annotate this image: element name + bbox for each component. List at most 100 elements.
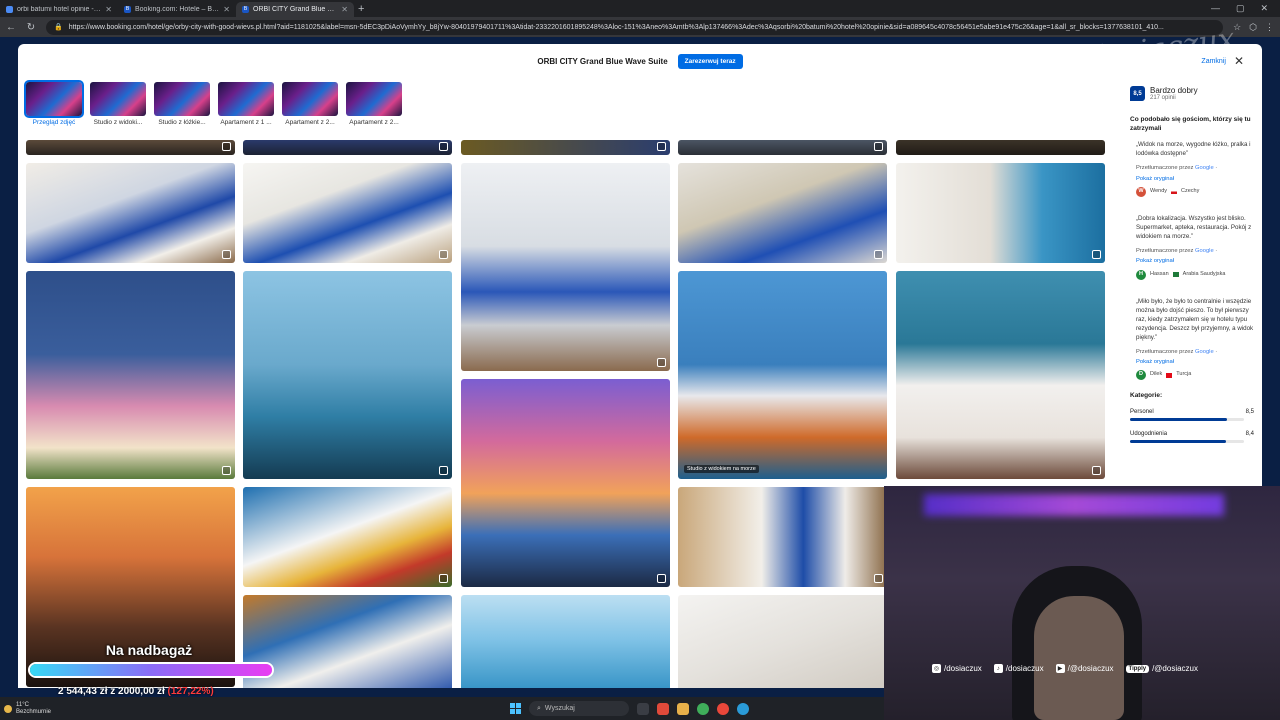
app-icon[interactable] [657, 702, 669, 715]
photo[interactable] [26, 271, 235, 479]
thumb-label: Apartament z 2... [349, 119, 399, 126]
thumb-room[interactable]: Studio z widoki... [90, 82, 146, 126]
neon-light [924, 494, 1224, 516]
goal-amount-text: 2 544,43 zł z 2000,00 zł [58, 686, 165, 697]
thumb-room[interactable]: Studio z łóżkie... [154, 82, 210, 126]
reviewer: H Hassan Arabia Saudyjska [1136, 269, 1254, 280]
tab-search[interactable]: orbi batumi hotel opinie - Wyszukaj ✕ [0, 2, 118, 17]
thumb-room[interactable]: Apartament z 2... [282, 82, 338, 126]
photo[interactable] [678, 595, 887, 688]
goal-progress-bar [28, 662, 274, 678]
flag-icon [1172, 272, 1179, 278]
photo[interactable] [896, 271, 1105, 479]
google-label: Google [1194, 348, 1214, 355]
lock-icon: 🔒 [54, 24, 63, 31]
translated-label: Przetłumaczone przez [1136, 348, 1194, 355]
social-handle: /@dosiaczux [1152, 664, 1198, 673]
tab-close-icon[interactable]: ✕ [223, 5, 230, 14]
review-count[interactable]: 217 opinii [1150, 95, 1198, 101]
url-field[interactable]: 🔒 https://www.booking.com/hotel/ge/orby-… [46, 19, 1224, 35]
show-original-link[interactable]: Pokaż oryginał [1136, 257, 1254, 265]
avatar: H [1136, 269, 1146, 280]
tab-label: Booking.com: Hotele – Batumi. Z... [135, 5, 219, 13]
booking-favicon-icon: B [242, 5, 249, 13]
translated-note: Przetłumaczone przez Google · [1136, 348, 1218, 355]
goal-percent: (127,22%) [167, 686, 214, 697]
sun-icon [4, 704, 12, 713]
thumb-image [24, 80, 84, 118]
social-handles: ◎/dosiaczux ♪/dosiaczux ▶/@dosiaczux Tip… [932, 664, 1198, 673]
photo[interactable] [26, 140, 235, 155]
review-quote: „Miło było, że było to centralnie i wszę… [1136, 297, 1254, 341]
thumb-room[interactable]: Apartament z 2... [346, 82, 402, 126]
streamer [1034, 596, 1124, 720]
expand-icon [657, 358, 666, 367]
show-original-link[interactable]: Pokaż oryginał [1136, 175, 1254, 183]
goal-progress-fill [30, 664, 272, 676]
flag-icon [1171, 189, 1178, 195]
chrome-icon[interactable] [717, 702, 729, 715]
expand-icon [874, 574, 883, 583]
category-bar-fill [1130, 418, 1227, 422]
photo[interactable] [243, 163, 452, 263]
photo[interactable] [461, 379, 670, 587]
tab-label: ORBI CITY Grand Blue Wave Suite [253, 5, 338, 13]
url-text: https://www.booking.com/hotel/ge/orby-ci… [68, 23, 1164, 31]
bing-favicon-icon [6, 5, 13, 13]
thumb-room[interactable]: Apartament z 1 ... [218, 82, 274, 126]
minimize-icon[interactable]: — [1211, 3, 1220, 14]
photo[interactable] [461, 163, 670, 371]
photo[interactable] [461, 595, 670, 688]
reviewer-country: Czechy [1181, 187, 1200, 194]
weather-widget[interactable]: 11°C Bezchmurnie [0, 702, 51, 715]
photo[interactable] [678, 140, 887, 155]
taskview-icon[interactable] [637, 702, 649, 715]
photo[interactable] [461, 140, 670, 155]
temperature: 11°C [16, 701, 29, 708]
photo[interactable] [243, 487, 452, 587]
thumb-overview[interactable]: Przegląd zdjęć [24, 80, 84, 126]
booking-favicon-icon: B [124, 5, 131, 13]
tab-hotel[interactable]: B ORBI CITY Grand Blue Wave Suite ✕ [236, 1, 354, 17]
reviewer-name: Hassan [1150, 270, 1169, 277]
close-window-icon[interactable]: ✕ [1260, 3, 1268, 14]
photo[interactable] [896, 163, 1105, 263]
taskbar-search[interactable]: ⌕ Wyszukaj [529, 701, 629, 716]
show-original-link[interactable]: Pokaż oryginał [1136, 358, 1254, 366]
tab-booking[interactable]: B Booking.com: Hotele – Batumi. Z... ✕ [118, 2, 236, 17]
back-icon[interactable]: ← [6, 22, 16, 33]
app-icon[interactable] [737, 702, 749, 715]
guests-liked-heading: Co podobało się gościom, którzy się tu z… [1130, 116, 1251, 133]
photo[interactable] [896, 140, 1105, 155]
translated-label: Przetłumaczone przez [1136, 165, 1194, 172]
tab-close-icon[interactable]: ✕ [341, 5, 348, 14]
social-handle: /@dosiaczux [1067, 664, 1114, 673]
photo[interactable] [243, 271, 452, 479]
maximize-icon[interactable]: ▢ [1236, 3, 1245, 14]
expand-icon [439, 574, 448, 583]
translated-note: Przetłumaczone przez Google · [1136, 247, 1218, 254]
thumb-image [346, 82, 402, 116]
menu-icon[interactable]: ⋮ [1265, 22, 1274, 33]
room-filter-thumbs: Przegląd zdjęć Studio z widoki... Studio… [24, 80, 402, 126]
reload-icon[interactable]: ↻ [26, 22, 36, 33]
photo[interactable] [243, 140, 452, 155]
start-icon[interactable] [510, 703, 521, 714]
tiktok-icon: ♪ [993, 664, 1003, 673]
photo[interactable] [678, 163, 887, 263]
google-label: Google [1194, 165, 1214, 172]
photo-caption: Studio z widokiem na morze [684, 465, 759, 473]
expand-icon [874, 250, 883, 259]
new-tab-icon[interactable]: + [358, 3, 364, 15]
file-explorer-icon[interactable] [677, 702, 689, 715]
categories-heading: Kategorie: [1130, 392, 1163, 400]
expand-icon [657, 142, 666, 151]
photo[interactable] [26, 163, 235, 263]
photo[interactable]: Studio z widokiem na morze [678, 271, 887, 479]
category-bar [1130, 440, 1244, 444]
app-icon[interactable] [697, 702, 709, 715]
photo[interactable] [678, 487, 887, 587]
tab-close-icon[interactable]: ✕ [105, 5, 112, 14]
review-item: „Dobra lokalizacja. Wszystko jest blisko… [1130, 215, 1254, 280]
reserve-button[interactable]: Zarezerwuj teraz [677, 53, 743, 69]
